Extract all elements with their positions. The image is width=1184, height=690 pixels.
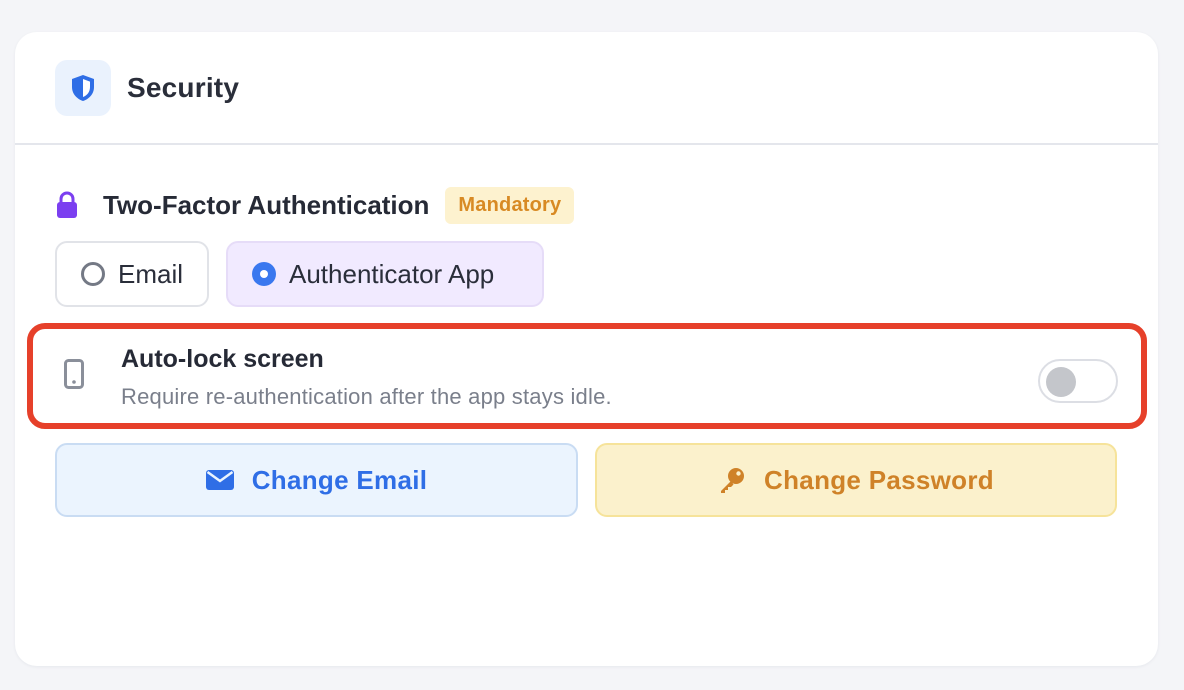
option-authenticator-app[interactable]: Authenticator App xyxy=(226,241,544,307)
option-email-label: Email xyxy=(118,258,184,289)
two-factor-header: Two-Factor Authentication Mandatory xyxy=(55,186,575,224)
auto-lock-text: Auto-lock screen Require re-authenticati… xyxy=(121,345,612,410)
key-icon xyxy=(718,466,746,494)
change-password-button[interactable]: Change Password xyxy=(595,443,1117,517)
envelope-icon xyxy=(205,469,234,491)
two-factor-options: Email Authenticator App xyxy=(55,241,544,307)
two-factor-title: Two-Factor Authentication xyxy=(103,189,430,220)
page-title: Security xyxy=(127,71,240,103)
option-authenticator-app-label: Authenticator App xyxy=(289,258,495,289)
change-email-button[interactable]: Change Email xyxy=(55,443,578,517)
security-card: Security Two-Factor Authentication Manda… xyxy=(15,32,1158,666)
auto-lock-toggle[interactable] xyxy=(1038,359,1118,403)
radio-unchecked-icon xyxy=(81,262,105,286)
card-header: Security xyxy=(15,32,1158,145)
action-buttons: Change Email Change Password xyxy=(55,443,1117,517)
auto-lock-title: Auto-lock screen xyxy=(121,345,324,373)
lock-icon xyxy=(55,190,79,220)
option-email[interactable]: Email xyxy=(55,241,209,307)
change-password-label: Change Password xyxy=(764,464,994,495)
auto-lock-description: Require re-authentication after the app … xyxy=(121,384,612,409)
shield-icon xyxy=(55,59,111,116)
toggle-knob xyxy=(1046,367,1076,397)
radio-checked-icon xyxy=(252,262,276,286)
phone-icon xyxy=(64,359,84,394)
mandatory-badge: Mandatory xyxy=(445,186,575,224)
auto-lock-row: Auto-lock screen Require re-authenticati… xyxy=(27,323,1147,429)
change-email-label: Change Email xyxy=(251,464,428,495)
